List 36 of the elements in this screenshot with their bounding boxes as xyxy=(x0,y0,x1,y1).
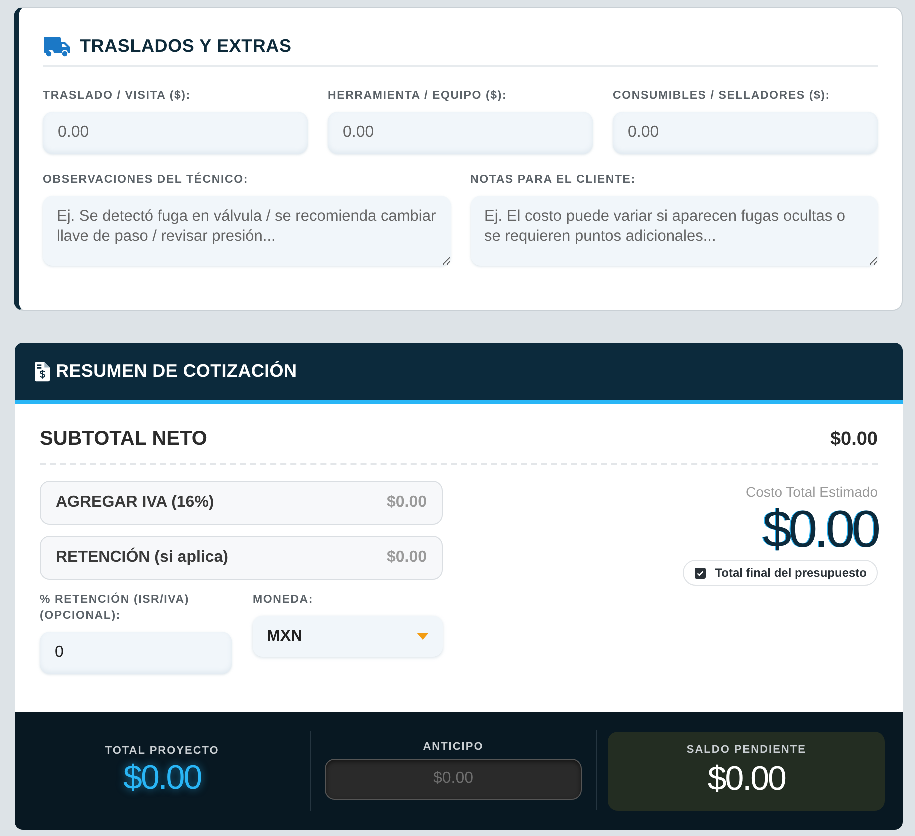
subtotal-label: SUBTOTAL NETO xyxy=(40,428,208,451)
amount-input[interactable]: 0.00 xyxy=(328,112,593,154)
balance-label: SALDO PENDIENTE xyxy=(686,744,806,756)
adjustment-value: $0.00 xyxy=(386,494,427,512)
deposit-label: ANTICIPO xyxy=(423,740,484,752)
truck-icon xyxy=(43,36,71,56)
field-label: HERRAMIENTA / EQUIPO ($): xyxy=(328,89,508,104)
amount-input[interactable]: 0.00 xyxy=(43,112,308,154)
field-label: TRASLADO / VISITA ($): xyxy=(43,89,192,104)
notes-textarea[interactable]: Ej. Se detectó fuga en válvula / se recomienda cambiar llave de paso / revisar presión... xyxy=(43,196,450,266)
field-label: % RETENCIÓN (ISR/IVA) (OPCIONAL): xyxy=(40,592,190,624)
notes-textarea[interactable]: Ej. El costo puede variar si aparecen fugas ocultas o se requieren puntos adicionales... xyxy=(470,196,878,266)
badge-label: Total final del presupuesto xyxy=(715,566,867,580)
currency-select[interactable]: MXN xyxy=(253,616,443,657)
caret-icon xyxy=(417,633,429,640)
adjustment-label: RETENCIÓN (si aplica) xyxy=(56,549,228,567)
deposit-input[interactable]: $0.00 xyxy=(324,758,582,800)
adjustment-value: $0.00 xyxy=(386,549,427,567)
balance-value: $0.00 xyxy=(708,760,786,798)
estimate-label: Costo Total Estimado xyxy=(746,483,878,501)
field-label: CONSUMIBLES / SELLADORES ($): xyxy=(613,89,832,104)
section-title: RESUMEN DE COTIZACIÓN xyxy=(56,361,298,382)
retention-input[interactable]: 0 xyxy=(40,632,232,674)
estimate-total: $0.00 xyxy=(762,503,878,557)
subtotal-value: $0.00 xyxy=(830,428,878,450)
field-label: NOTAS PARA EL CLIENTE: xyxy=(470,173,637,188)
total-value: $0.00 xyxy=(124,759,202,797)
adjustment-row[interactable]: AGREGAR IVA (16%) $0.00 xyxy=(40,481,443,525)
invoice-icon xyxy=(35,362,50,382)
field-label: MONEDA: xyxy=(253,593,315,608)
total-label: TOTAL PROYECTO xyxy=(105,745,220,757)
adjustment-row[interactable]: RETENCIÓN (si aplica) $0.00 xyxy=(40,536,443,580)
amount-input[interactable]: 0.00 xyxy=(613,112,878,154)
section-title: TRASLADOS Y EXTRAS xyxy=(80,36,292,57)
adjustment-label: AGREGAR IVA (16%) xyxy=(56,494,214,512)
field-label: OBSERVACIONES DEL TÉCNICO: xyxy=(43,172,250,188)
